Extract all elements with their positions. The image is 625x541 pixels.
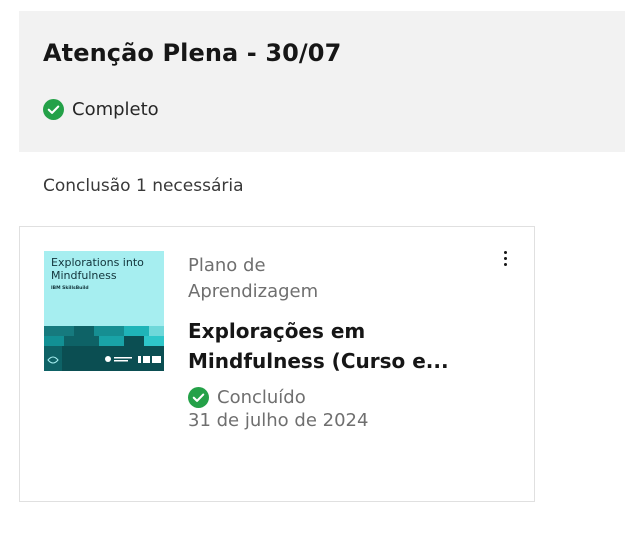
learning-plan-card[interactable]: Explorations into Mindfulness IBM Skills…	[19, 226, 535, 502]
card-status-label: Concluído	[217, 387, 306, 408]
section-status-label: Completo	[72, 99, 159, 120]
thumbnail-title: Explorations into Mindfulness	[51, 256, 144, 282]
section-status: Completo	[43, 99, 159, 120]
card-title-link[interactable]: Explorações em Mindfulness (Curso e...	[188, 316, 488, 376]
completion-date: 31 de julho de 2024	[188, 410, 369, 431]
card-type-label: Plano de Aprendizagem	[188, 255, 319, 302]
completion-requirement: Conclusão 1 necessária	[43, 176, 244, 196]
course-thumbnail[interactable]: Explorations into Mindfulness IBM Skills…	[44, 251, 164, 371]
check-circle-icon	[188, 387, 209, 408]
section-title: Atenção Plena - 30/07	[43, 39, 342, 67]
section-header: Atenção Plena - 30/07 Completo	[19, 11, 625, 152]
overflow-menu-icon[interactable]	[498, 247, 512, 269]
thumbnail-brand: IBM SkillsBuild	[51, 286, 89, 291]
check-circle-icon	[43, 99, 64, 120]
card-status: Concluído	[188, 387, 306, 408]
thumbnail-pattern	[44, 326, 164, 371]
